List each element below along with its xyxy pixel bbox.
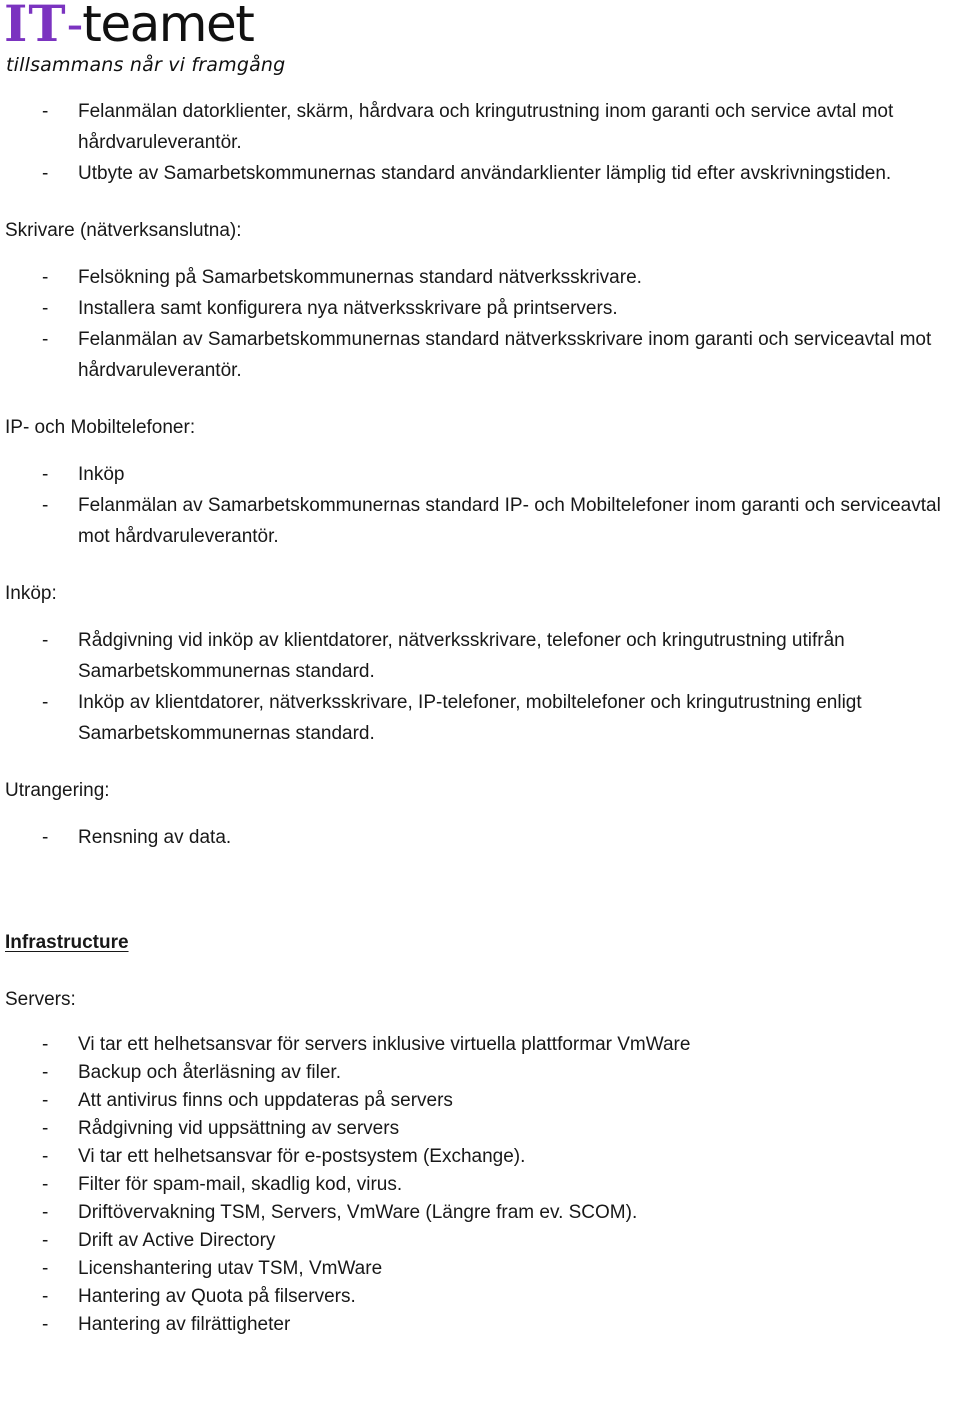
list-item-text: Felsökning på Samarbetskommunernas stand… [78, 267, 642, 288]
bullet-dash-icon: - [42, 1034, 49, 1055]
section-heading: Inköp: [5, 583, 57, 604]
list-item: - Vi tar ett helhetsansvar för e-postsyst… [0, 1143, 960, 1171]
logo-it-text: IT [4, 0, 67, 53]
logo-teamet-text: teamet [82, 0, 255, 53]
list-item-text: Rådgivning vid uppsättning av servers [78, 1118, 400, 1139]
list-item-text: Inköp [78, 464, 125, 485]
section-title: Infrastructure [5, 932, 129, 953]
list-item-text: Drift av Active Directory [78, 1230, 276, 1251]
list-item-text: Hantering av Quota på filservers. [78, 1286, 356, 1307]
bullet-dash-icon: - [42, 1118, 49, 1139]
bullet-dash-icon: - [42, 329, 49, 350]
bullet-dash-icon: - [42, 464, 49, 485]
list-item: - Driftövervakning TSM, Servers, VmWare (… [0, 1199, 960, 1227]
bullet-dash-icon: - [42, 692, 49, 713]
bullet-dash-icon: - [42, 1202, 49, 1223]
list-item: - Felsökning på Samarbetskommunernas stan… [0, 262, 960, 293]
list-item: - Felanmälan datorklienter, skärm, hårdva… [0, 96, 960, 158]
list-item-text: Utbyte av Samarbetskommunernas standard … [78, 163, 892, 184]
list-item-text: Vi tar ett helhetsansvar för servers ink… [78, 1034, 691, 1055]
document-blocks: - Felanmälan datorklienter, skärm, hårdva… [0, 96, 960, 1339]
logo-wordmark: IT-teamet [4, 0, 255, 53]
list-item-text: Att antivirus finns och uppdateras på se… [78, 1090, 453, 1111]
list-item-text: Felanmälan av Samarbetskommunernas stand… [78, 495, 941, 547]
bullet-list: - Rensning av data. [0, 822, 960, 853]
list-item-text: Felanmälan datorklienter, skärm, hårdvar… [78, 101, 894, 153]
list-item: - Licenshantering utav TSM, VmWare [0, 1255, 960, 1283]
list-item-text: Felanmälan av Samarbetskommunernas stand… [78, 329, 932, 381]
list-item-text: Inköp av klientdatorer, nätverksskrivare… [78, 692, 862, 744]
list-item: - Backup och återläsning av filer. [0, 1059, 960, 1087]
bullet-dash-icon: - [42, 630, 49, 651]
list-item: - Rådgivning vid inköp av klientdatorer, … [0, 625, 960, 687]
bullet-dash-icon: - [42, 1258, 49, 1279]
list-item: - Felanmälan av Samarbetskommunernas stan… [0, 324, 960, 386]
bullet-dash-icon: - [42, 1286, 49, 1307]
list-item: - Vi tar ett helhetsansvar för servers in… [0, 1031, 960, 1059]
list-item-text: Backup och återläsning av filer. [78, 1062, 341, 1083]
list-item: - Inköp av klientdatorer, nätverksskrivar… [0, 687, 960, 749]
bullet-dash-icon: - [42, 267, 49, 288]
section-heading: Servers: [5, 989, 76, 1010]
section-heading: Skrivare (nätverksanslutna): [5, 220, 242, 241]
list-item-text: Rensning av data. [78, 827, 232, 848]
list-item: - Felanmälan av Samarbetskommunernas stan… [0, 490, 960, 552]
list-item: - Installera samt konfigurera nya nätverk… [0, 293, 960, 324]
section-heading: Utrangering: [5, 780, 110, 801]
list-item-text: Driftövervakning TSM, Servers, VmWare (L… [78, 1202, 638, 1223]
list-item: - Utbyte av Samarbetskommunernas standard… [0, 158, 960, 189]
list-item-text: Licenshantering utav TSM, VmWare [78, 1258, 383, 1279]
bullet-dash-icon: - [42, 1230, 49, 1251]
bullet-dash-icon: - [42, 298, 49, 319]
bullet-dash-icon: - [42, 1314, 49, 1335]
bullet-dash-icon: - [42, 163, 49, 184]
bullet-dash-icon: - [42, 495, 49, 516]
bullet-list: - Felanmälan datorklienter, skärm, hårdva… [0, 96, 960, 189]
list-item: - Drift av Active Directory [0, 1227, 960, 1255]
bullet-dash-icon: - [42, 1146, 49, 1167]
bullet-list: - Rådgivning vid inköp av klientdatorer, … [0, 625, 960, 749]
bullet-list: - Vi tar ett helhetsansvar för servers in… [0, 1031, 960, 1339]
list-item-text: Vi tar ett helhetsansvar för e-postsyste… [78, 1146, 526, 1167]
bullet-list: - Inköp - Felanmälan av Samarbetskommunerna… [0, 459, 960, 552]
list-item-text: Hantering av filrättigheter [78, 1314, 291, 1335]
bullet-dash-icon: - [42, 1090, 49, 1111]
bullet-dash-icon: - [42, 1174, 49, 1195]
list-item: - Inköp [0, 459, 960, 490]
list-item: - Rådgivning vid uppsättning av servers [0, 1115, 960, 1143]
section-heading: IP- och Mobiltelefoner: [5, 417, 196, 438]
logo-dash-text: - [66, 0, 84, 52]
page-header: IT-teamet tillsammans når vi framgång [0, 0, 960, 96]
list-item: - Hantering av Quota på filservers. [0, 1283, 960, 1311]
document-body: - Felanmälan datorklienter, skärm, hårdva… [0, 96, 960, 1339]
list-item: - Filter för spam-mail, skadlig kod, viru… [0, 1171, 960, 1199]
bullet-dash-icon: - [42, 101, 49, 122]
list-item-text: Installera samt konfigurera nya nätverks… [78, 298, 618, 319]
bullet-list: - Felsökning på Samarbetskommunernas stan… [0, 262, 960, 386]
bullet-dash-icon: - [42, 1062, 49, 1083]
list-item: - Hantering av filrättigheter [0, 1311, 960, 1339]
list-item: - Att antivirus finns och uppdateras på s… [0, 1087, 960, 1115]
list-item-text: Filter för spam-mail, skadlig kod, virus… [78, 1174, 403, 1195]
list-item: - Rensning av data. [0, 822, 960, 853]
bullet-dash-icon: - [42, 827, 49, 848]
logo-tagline: tillsammans når vi framgång [6, 54, 286, 76]
list-item-text: Rådgivning vid inköp av klientdatorer, n… [78, 630, 845, 682]
